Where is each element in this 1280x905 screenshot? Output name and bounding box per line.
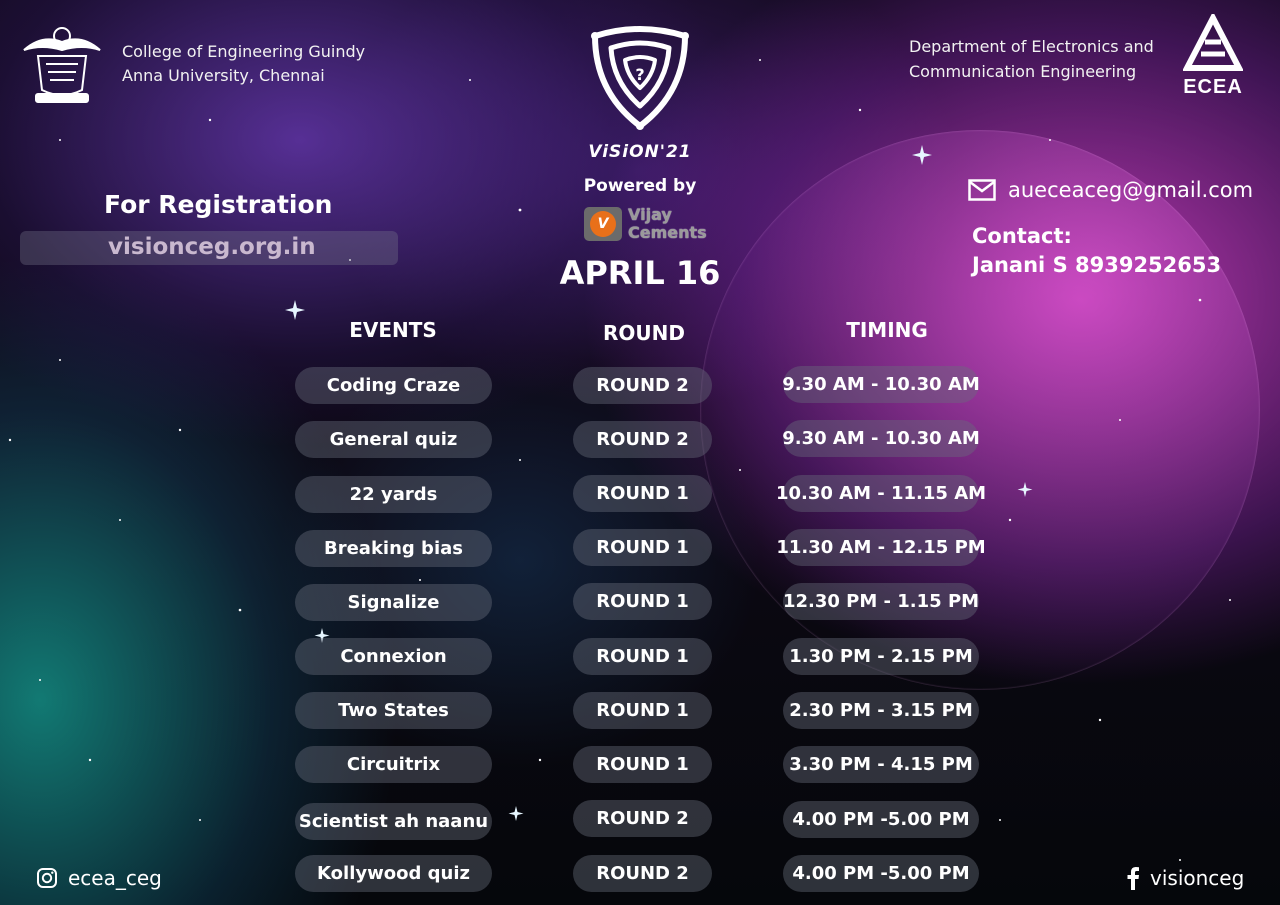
vision-shield-icon: ? (591, 26, 689, 130)
mail-icon (968, 179, 996, 201)
round-pill: ROUND 1 (573, 583, 712, 620)
event-name-pill: Circuitrix (295, 746, 492, 783)
sponsor-name-line-1: Vijay (628, 205, 672, 224)
round-pill: ROUND 1 (573, 692, 712, 729)
timing-pill: 9.30 AM - 10.30 AM (782, 420, 980, 457)
event-name: ViSiON'21 (588, 142, 692, 162)
facebook-icon (1127, 867, 1139, 890)
timing-pill: 11.30 AM - 12.15 PM (776, 529, 986, 566)
timing-pill: 4.00 PM -5.00 PM (783, 801, 979, 838)
event-name-pill: Coding Craze (295, 367, 492, 404)
round-pill: ROUND 2 (573, 421, 712, 458)
round-pill: ROUND 2 (573, 855, 712, 892)
round-pill: ROUND 2 (573, 367, 712, 404)
timing-pill: 10.30 AM - 11.15 AM (776, 475, 986, 512)
event-name-pill: Two States (295, 692, 492, 729)
registration-url[interactable]: visionceg.org.in (108, 234, 316, 260)
instagram-handle-text[interactable]: ecea_ceg (68, 866, 162, 890)
university-name: Anna University, Chennai (122, 66, 325, 85)
sponsor-name-line-2: Cements (628, 223, 707, 242)
ecea-logo: ECEA (1180, 11, 1246, 99)
round-pill: ROUND 1 (573, 529, 712, 566)
event-name-pill: General quiz (295, 421, 492, 458)
facebook-handle[interactable]: visionceg (1126, 866, 1244, 890)
contact-person: Janani S 8939252653 (972, 253, 1222, 277)
department-line-2: Communication Engineering (909, 62, 1137, 81)
ecea-logo-text: ECEA (1183, 76, 1243, 98)
instagram-handle[interactable]: ecea_ceg (36, 866, 162, 890)
department-name: Department of Electronics and Communicat… (909, 34, 1154, 84)
event-name-pill: Signalize (295, 584, 492, 621)
contact-block: Contact: Janani S 8939252653 (972, 222, 1221, 280)
college-emblem-icon (23, 27, 101, 103)
round-pill: ROUND 1 (573, 475, 712, 512)
round-header: ROUND (603, 321, 685, 345)
event-name-pill: Kollywood quiz (295, 855, 492, 892)
round-pill: ROUND 1 (573, 638, 712, 675)
sponsor-name: Vijay Cements (628, 206, 707, 242)
facebook-handle-text[interactable]: visionceg (1150, 866, 1244, 890)
timing-header: TIMING (846, 318, 928, 342)
powered-by-label: Powered by (583, 176, 697, 196)
events-header: EVENTS (349, 318, 437, 342)
event-name-pill: Scientist ah naanu (295, 803, 492, 840)
vision-logo: ? ViSiON'21 (578, 22, 702, 162)
event-name-pill: 22 yards (295, 476, 492, 513)
ecea-triangle-icon (1182, 11, 1244, 71)
sponsor-logo: V Vijay Cements (584, 206, 707, 242)
email-address[interactable]: aueceaceg@gmail.com (1008, 178, 1253, 202)
sponsor-mark-icon: V (584, 207, 622, 241)
round-pill: ROUND 2 (573, 800, 712, 837)
timing-pill: 12.30 PM - 1.15 PM (783, 583, 979, 620)
email-contact[interactable]: aueceaceg@gmail.com (968, 178, 1253, 202)
timing-pill: 2.30 PM - 3.15 PM (783, 692, 979, 729)
college-header: College of Engineering Guindy Anna Unive… (18, 20, 365, 108)
college-name: College of Engineering Guindy (122, 42, 366, 61)
department-line-1: Department of Electronics and (909, 37, 1154, 56)
event-name-pill: Connexion (295, 638, 492, 675)
registration-title: For Registration (104, 190, 333, 219)
timing-pill: 3.30 PM - 4.15 PM (783, 746, 979, 783)
contact-label: Contact: (972, 224, 1072, 248)
timing-pill: 9.30 AM - 10.30 AM (782, 366, 980, 403)
event-date: APRIL 16 (559, 254, 721, 292)
timing-pill: 1.30 PM - 2.15 PM (783, 638, 979, 675)
timing-pill: 4.00 PM -5.00 PM (783, 855, 979, 892)
instagram-icon (37, 868, 57, 888)
event-name-pill: Breaking bias (295, 530, 492, 567)
svg-text:?: ? (635, 65, 644, 84)
round-pill: ROUND 1 (573, 746, 712, 783)
